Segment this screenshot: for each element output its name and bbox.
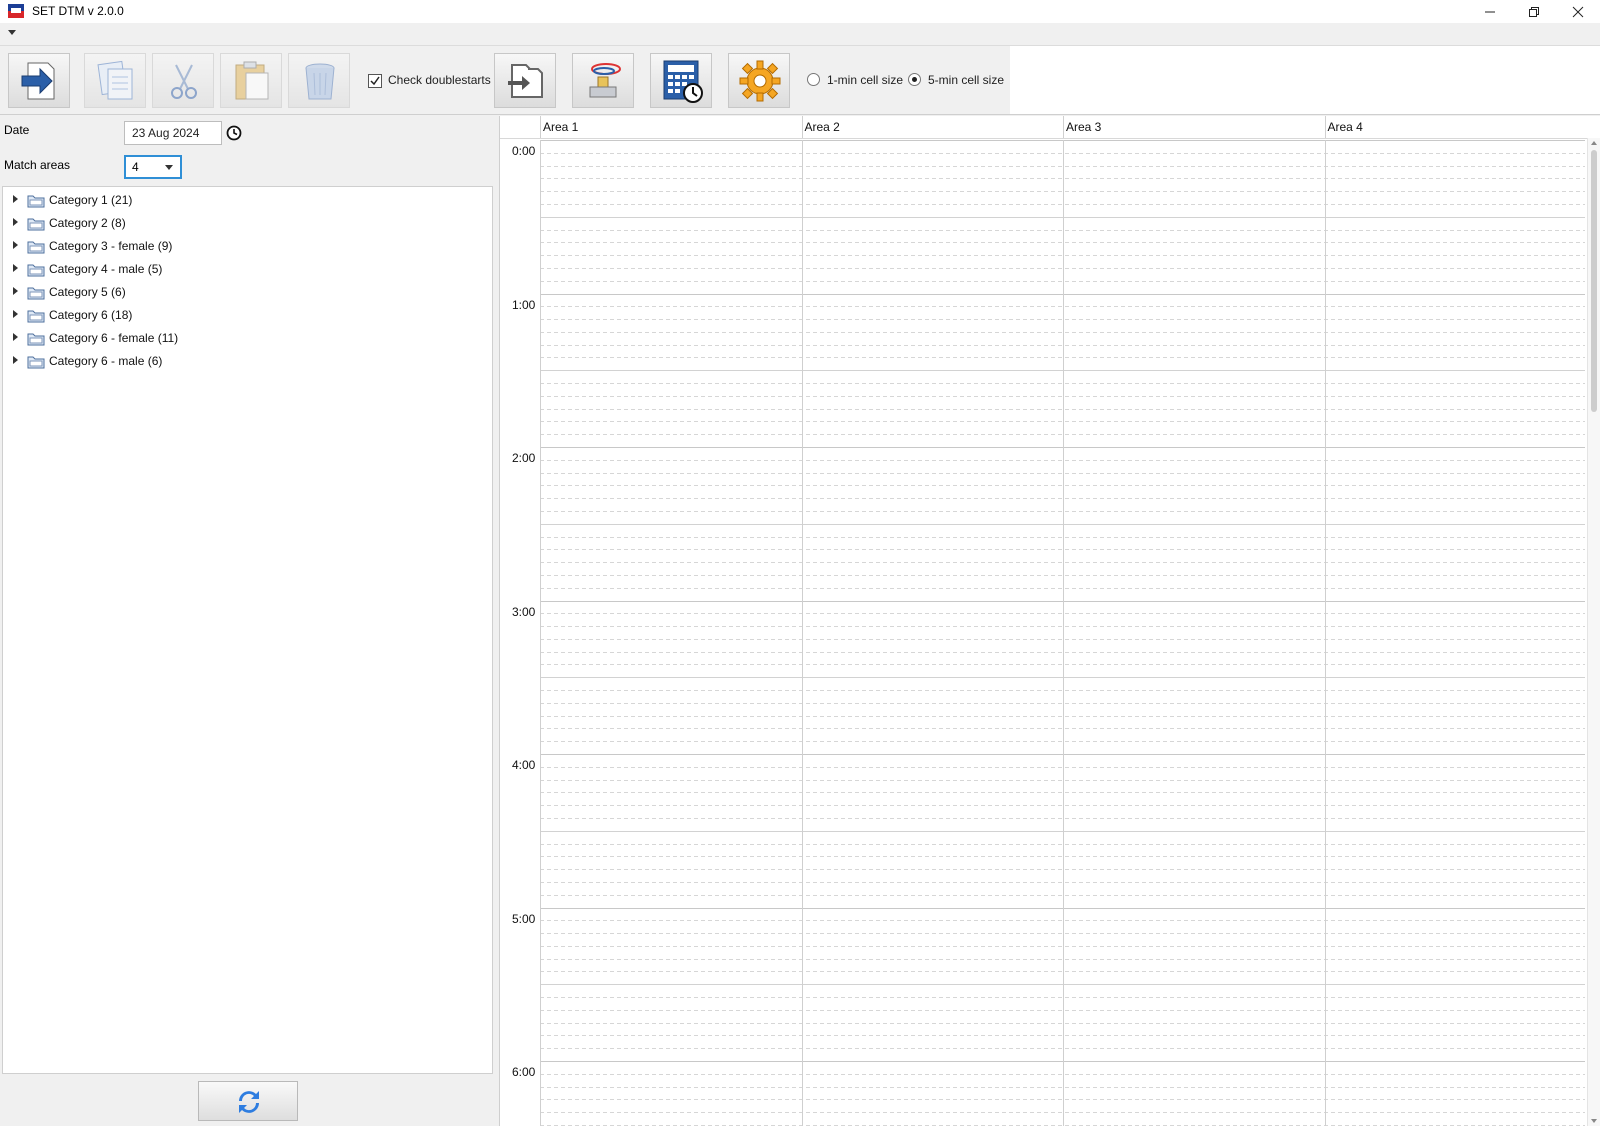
cut-button[interactable] <box>152 53 214 108</box>
folder-icon <box>27 239 45 257</box>
chevron-down-icon <box>165 165 173 170</box>
menu-dropdown-icon[interactable] <box>8 30 16 35</box>
checkmark-icon <box>370 76 380 86</box>
time-label: 2:00 <box>512 451 536 465</box>
one-min-cell-size-label: 1-min cell size <box>827 73 904 87</box>
maximize-button[interactable] <box>1512 0 1556 23</box>
tree-item-label: Category 2 (8) <box>49 216 126 230</box>
time-label: 4:00 <box>512 758 536 772</box>
cut-icon <box>171 64 197 99</box>
scroll-up-icon[interactable] <box>1591 141 1597 145</box>
clock-icon <box>226 125 242 141</box>
expand-arrow-icon[interactable] <box>13 310 18 318</box>
area-header: Area 2 <box>804 120 840 134</box>
time-label: 6:00 <box>512 1065 536 1079</box>
category-tree: Category 1 (21) Category 2 (8) Category 3 … <box>2 186 493 1074</box>
tree-item[interactable]: Category 6 - female (11) <box>3 328 483 348</box>
paste-button[interactable] <box>220 53 282 108</box>
folder-icon <box>27 193 45 211</box>
tree-item[interactable]: Category 5 (6) <box>3 282 483 302</box>
stamp-button[interactable] <box>572 53 634 108</box>
settings-gear-icon <box>739 60 781 102</box>
title-bar: SET DTM v 2.0.0 <box>0 0 1600 23</box>
export-arrow-icon <box>21 62 55 100</box>
schedule-grid[interactable] <box>540 140 1585 1126</box>
scroll-down-icon[interactable] <box>1591 1119 1597 1123</box>
area-header: Area 4 <box>1327 120 1363 134</box>
app-logo-icon <box>8 4 24 18</box>
tree-item[interactable]: Category 6 (18) <box>3 305 483 325</box>
folder-icon <box>27 354 45 372</box>
refresh-icon <box>239 1091 259 1113</box>
tree-item-label: Category 6 - male (6) <box>49 354 163 368</box>
tree-item-label: Category 6 (18) <box>49 308 133 322</box>
folder-icon <box>27 216 45 234</box>
folder-icon <box>27 331 45 349</box>
delete-button[interactable] <box>288 53 350 108</box>
left-panel: Date 23 Aug 2024 Match areas 4 Category … <box>0 116 494 1126</box>
copy-button[interactable] <box>84 53 146 108</box>
expand-arrow-icon[interactable] <box>13 333 18 341</box>
restore-icon <box>1529 7 1539 17</box>
tree-item[interactable]: Category 2 (8) <box>3 213 483 233</box>
tree-item[interactable]: Category 1 (21) <box>3 190 483 210</box>
expand-arrow-icon[interactable] <box>13 287 18 295</box>
schedule-scrollbar[interactable] <box>1587 138 1600 1126</box>
tree-item-label: Category 3 - female (9) <box>49 239 173 253</box>
expand-arrow-icon[interactable] <box>13 218 18 226</box>
copy-icon <box>97 60 133 100</box>
folder-icon <box>27 285 45 303</box>
date-field[interactable]: 23 Aug 2024 <box>124 121 222 145</box>
stamp-icon <box>589 63 621 98</box>
match-areas-value: 4 <box>132 160 139 174</box>
schedule-header: Area 1 Area 2 Area 3 Area 4 <box>500 116 1600 139</box>
expand-arrow-icon[interactable] <box>13 356 18 364</box>
time-picker-button[interactable] <box>226 125 242 144</box>
check-doublestarts-label: Check doublestarts <box>388 73 491 87</box>
expand-arrow-icon[interactable] <box>13 241 18 249</box>
expand-arrow-icon[interactable] <box>13 195 18 203</box>
toolbar: Check doublestarts 1-min cell size 5-min… <box>0 46 1600 115</box>
one-min-cell-size-radio[interactable] <box>807 73 820 86</box>
check-doublestarts-checkbox[interactable] <box>368 74 382 88</box>
tree-item-label: Category 4 - male (5) <box>49 262 163 276</box>
schedule-panel: Area 1 Area 2 Area 3 Area 4 0:00 1:00 2:00 3:0… <box>499 116 1600 1126</box>
window-title: SET DTM v 2.0.0 <box>32 4 124 18</box>
scroll-thumb[interactable] <box>1591 150 1597 412</box>
tree-item-label: Category 6 - female (11) <box>49 331 179 345</box>
five-min-cell-size-radio[interactable] <box>908 73 921 86</box>
swap-button[interactable] <box>494 53 556 108</box>
time-label: 3:00 <box>512 604 536 619</box>
tree-item-label: Category 5 (6) <box>49 285 126 299</box>
match-areas-label: Match areas <box>4 158 71 172</box>
settings-button[interactable] <box>728 53 790 108</box>
time-label: 5:00 <box>512 911 536 926</box>
time-label: 1:00 <box>512 297 536 312</box>
minimize-button[interactable] <box>1468 0 1512 23</box>
date-label: Date <box>4 123 30 137</box>
folder-icon <box>27 262 45 280</box>
refresh-button[interactable] <box>198 1081 298 1121</box>
tree-item-label: Category 1 (21) <box>49 193 133 207</box>
swap-icon <box>508 64 543 98</box>
time-schedule-button[interactable] <box>650 53 712 108</box>
five-min-cell-size-label: 5-min cell size <box>928 73 1005 87</box>
paste-icon <box>235 61 269 100</box>
export-button[interactable] <box>8 53 70 108</box>
calendar-clock-icon <box>663 60 703 103</box>
tree-item[interactable]: Category 6 - male (6) <box>3 351 483 371</box>
area-header: Area 1 <box>543 120 579 134</box>
expand-arrow-icon[interactable] <box>13 264 18 272</box>
folder-icon <box>27 308 45 326</box>
trash-icon <box>305 63 335 100</box>
close-icon <box>1572 6 1584 18</box>
tree-item[interactable]: Category 3 - female (9) <box>3 236 483 256</box>
close-button[interactable] <box>1556 0 1600 23</box>
minimize-icon <box>1485 11 1495 13</box>
menu-strip <box>0 23 1600 46</box>
time-label: 0:00 <box>512 144 536 158</box>
match-areas-select[interactable]: 4 <box>124 155 182 179</box>
area-header: Area 3 <box>1066 120 1102 134</box>
tree-item[interactable]: Category 4 - male (5) <box>3 259 483 279</box>
